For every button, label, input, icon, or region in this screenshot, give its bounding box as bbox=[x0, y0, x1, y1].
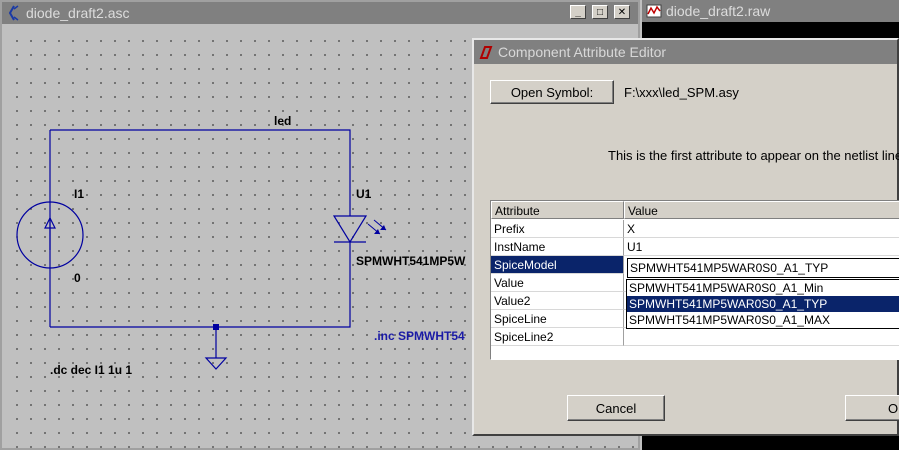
spicemodel-combobox[interactable]: SPMWHT541MP5WAR0S0_A1_TYP bbox=[627, 258, 899, 278]
attribute-name: SpiceLine2 bbox=[491, 328, 624, 346]
attribute-value[interactable] bbox=[624, 328, 899, 346]
attribute-name: InstName bbox=[491, 238, 624, 256]
maximize-button[interactable]: □ bbox=[592, 5, 608, 19]
schematic-title: diode_draft2.asc bbox=[26, 5, 130, 21]
attribute-name: SpiceLine bbox=[491, 310, 624, 328]
ok-button[interactable]: Ok bbox=[845, 395, 899, 421]
component-icon bbox=[479, 46, 493, 59]
close-button[interactable]: ✕ bbox=[614, 5, 630, 19]
dropdown-option-selected[interactable]: SPMWHT541MP5WAR0S0_A1_TYP bbox=[627, 296, 899, 312]
minimize-icon: _ bbox=[575, 6, 581, 18]
waveform-icon bbox=[646, 4, 662, 18]
source-value[interactable]: 0 bbox=[74, 271, 81, 285]
attribute-name: Value2 bbox=[491, 292, 624, 310]
wire-top[interactable] bbox=[50, 129, 351, 216]
dialog-titlebar[interactable]: Component Attribute Editor bbox=[474, 40, 897, 64]
spice-directive-dc[interactable]: .dc dec I1 1u 1 bbox=[50, 363, 132, 377]
dialog-title: Component Attribute Editor bbox=[498, 44, 667, 60]
table-row[interactable]: SpiceLine2 bbox=[491, 328, 899, 346]
diode-value[interactable]: SPMWHT541MP5W bbox=[356, 254, 465, 268]
open-symbol-button[interactable]: Open Symbol: bbox=[490, 80, 614, 104]
wire-bottom[interactable] bbox=[50, 242, 351, 328]
led-diode-icon[interactable] bbox=[332, 215, 387, 244]
schematic-titlebar[interactable]: diode_draft2.asc bbox=[2, 2, 638, 24]
source-name[interactable]: I1 bbox=[74, 187, 84, 201]
net-label-led[interactable]: led bbox=[274, 114, 291, 128]
attribute-name: Prefix bbox=[491, 220, 624, 238]
diode-name[interactable]: U1 bbox=[356, 187, 371, 201]
waveform-titlebar[interactable]: diode_draft2.raw bbox=[642, 0, 899, 22]
table-header: Attribute Value bbox=[491, 201, 899, 219]
column-header-attribute[interactable]: Attribute bbox=[491, 201, 624, 219]
attribute-name: Value bbox=[491, 274, 624, 292]
component-attribute-editor-dialog[interactable]: Component Attribute Editor Open Symbol: … bbox=[472, 38, 899, 436]
spicemodel-dropdown-list[interactable]: SPMWHT541MP5WAR0S0_A1_Min SPMWHT541MP5WA… bbox=[626, 279, 899, 329]
spice-directive-inc[interactable]: .inc SPMWHT54 bbox=[374, 329, 465, 343]
junction-dot bbox=[213, 324, 219, 330]
dropdown-option[interactable]: SPMWHT541MP5WAR0S0_A1_MAX bbox=[627, 312, 899, 328]
dropdown-option[interactable]: SPMWHT541MP5WAR0S0_A1_Min bbox=[627, 280, 899, 296]
attribute-value[interactable]: X bbox=[624, 220, 899, 238]
symbol-path: F:\xxx\led_SPM.asy bbox=[624, 85, 739, 100]
maximize-icon: □ bbox=[596, 6, 604, 18]
close-icon: ✕ bbox=[617, 6, 627, 18]
attribute-value[interactable]: U1 bbox=[624, 238, 899, 256]
cancel-button[interactable]: Cancel bbox=[567, 395, 665, 421]
current-source-icon[interactable] bbox=[16, 201, 84, 269]
ltspice-schematic-icon bbox=[8, 5, 19, 21]
column-header-value[interactable]: Value bbox=[624, 201, 899, 219]
minimize-button[interactable]: _ bbox=[570, 5, 586, 19]
attribute-hint: This is the first attribute to appear on… bbox=[608, 148, 899, 163]
table-row[interactable]: InstName U1 bbox=[491, 238, 899, 256]
attribute-table[interactable]: Attribute Value Prefix X InstName U1 Spi… bbox=[490, 200, 899, 360]
ground-icon[interactable] bbox=[204, 357, 228, 370]
waveform-title: diode_draft2.raw bbox=[666, 3, 771, 19]
attribute-name-selected: SpiceModel bbox=[491, 256, 624, 274]
table-row[interactable]: Prefix X bbox=[491, 220, 899, 238]
